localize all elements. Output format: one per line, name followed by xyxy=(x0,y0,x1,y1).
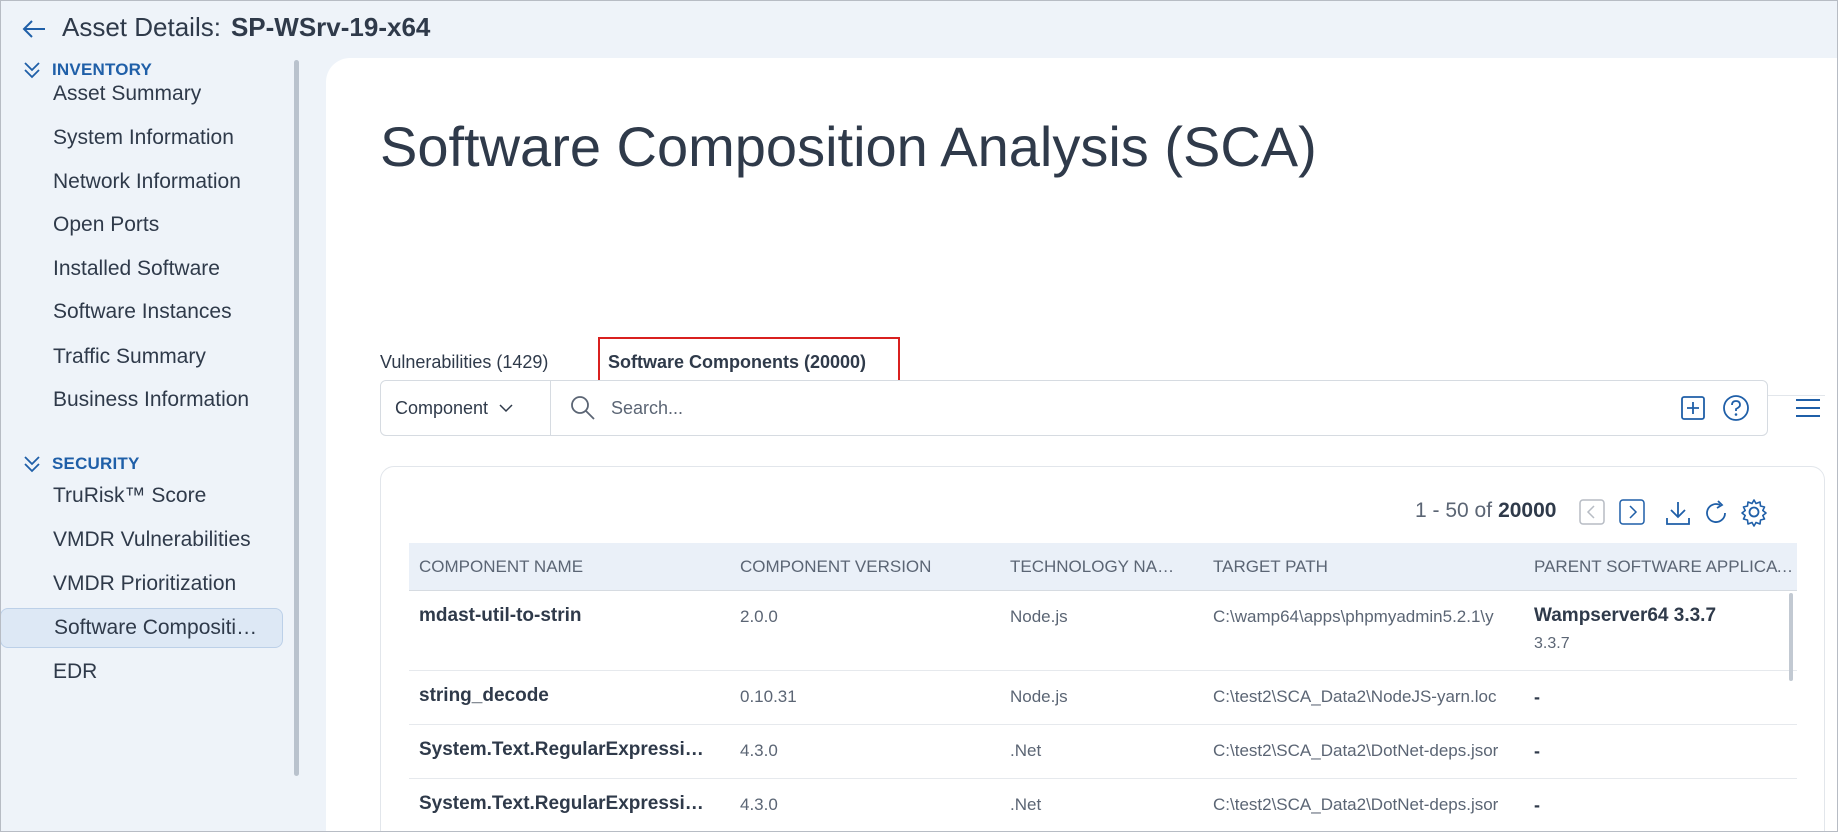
component-name: mdast-util-to-strin xyxy=(419,605,582,626)
search-field-value: Component xyxy=(395,397,489,418)
technology-name: Node.js xyxy=(1010,607,1068,626)
table-row[interactable]: System.Text.RegularExpressi… 4.3.0 .Net … xyxy=(409,725,1797,779)
sidebar-item-label: Software Compositi… xyxy=(54,616,258,639)
back-arrow-icon[interactable] xyxy=(20,14,48,44)
parent-software: - xyxy=(1534,741,1540,761)
hamburger-menu-icon[interactable] xyxy=(1794,395,1822,421)
component-version: 4.3.0 xyxy=(740,741,778,760)
sidebar-item-open-ports[interactable]: Open Ports xyxy=(0,205,283,245)
target-path: C:\test2\SCA_Data2\NodeJS-yarn.loc xyxy=(1213,687,1497,706)
target-path: C:\wamp64\apps\phpmyadmin5.2.1\y xyxy=(1213,607,1494,626)
table-scrollbar[interactable] xyxy=(1789,593,1793,681)
component-name: string_decode xyxy=(419,685,549,706)
pagination-text: 1 - 50 of 20000 xyxy=(1415,499,1556,523)
chevron-down-icon xyxy=(499,404,513,413)
sidebar-item-business-information[interactable]: Business Information xyxy=(0,380,283,420)
table-row[interactable]: mdast-util-to-strin 2.0.0 Node.js C:\wam… xyxy=(409,591,1797,671)
sidebar-item-label: VMDR Vulnerabilities xyxy=(53,528,251,551)
sidebar-item-label: System Information xyxy=(53,126,234,149)
sidebar-item-asset-summary[interactable]: Asset Summary xyxy=(0,74,283,114)
sidebar-item-label: Network Information xyxy=(53,170,241,193)
technology-name: .Net xyxy=(1010,795,1042,814)
column-header-target-path[interactable]: TARGET PATH xyxy=(1213,557,1506,577)
sidebar-item-label: Asset Summary xyxy=(53,82,202,105)
download-icon[interactable] xyxy=(1663,498,1693,528)
parent-software: Wampserver64 3.3.7 xyxy=(1534,605,1717,626)
sidebar-item-label: VMDR Prioritization xyxy=(53,572,237,595)
target-path: C:\test2\SCA_Data2\DotNet-deps.jsor xyxy=(1213,795,1499,814)
gear-icon[interactable] xyxy=(1739,497,1769,527)
section-title: SECURITY xyxy=(52,454,140,473)
sidebar-item-network-information[interactable]: Network Information xyxy=(0,162,283,202)
column-header-technology-name[interactable]: TECHNOLOGY NAME xyxy=(1010,557,1180,577)
tab-bar: Vulnerabilities (1429) Software Componen… xyxy=(380,276,1825,403)
sidebar-item-label: EDR xyxy=(53,660,98,683)
next-page-icon[interactable] xyxy=(1619,499,1645,525)
component-name: System.Text.RegularExpressi… xyxy=(419,739,704,760)
prev-page-icon[interactable] xyxy=(1579,499,1605,525)
asset-title: Asset Details: SP-WSrv-19-x64 xyxy=(62,12,430,43)
main-panel: Software Composition Analysis (SCA) Vuln… xyxy=(326,58,1838,832)
table-row[interactable]: string_decode 0.10.31 Node.js C:\test2\S… xyxy=(409,671,1797,725)
search-bar: Component xyxy=(380,380,1768,436)
sidebar-item-label: Open Ports xyxy=(53,213,160,236)
parent-software: - xyxy=(1534,687,1540,707)
column-header-component-version[interactable]: COMPONENT VERSION xyxy=(740,557,970,577)
component-version: 2.0.0 xyxy=(740,607,778,626)
pagination: 1 - 50 of 20000 xyxy=(379,481,1824,527)
sidebar-item-software-composition[interactable]: Software Compositi… xyxy=(0,608,283,648)
sidebar-item-label: Software Instances xyxy=(53,300,232,323)
sidebar: INVENTORY Asset Summary System Informati… xyxy=(0,58,300,832)
table-row[interactable]: System.Text.RegularExpressi… 4.3.0 .Net … xyxy=(409,779,1797,832)
pagination-range: 1 - 50 of xyxy=(1415,499,1493,522)
component-version: 4.3.0 xyxy=(740,795,778,814)
sidebar-item-traffic-summary[interactable]: Traffic Summary xyxy=(0,337,283,377)
sidebar-item-edr[interactable]: EDR xyxy=(0,652,283,692)
column-header-parent-software[interactable]: PARENT SOFTWARE APPLICATI… xyxy=(1534,557,1797,577)
sidebar-item-vmdr-prioritization[interactable]: VMDR Prioritization xyxy=(0,564,283,604)
table-header: COMPONENT NAME COMPONENT VERSION TECHNOL… xyxy=(409,543,1797,591)
sidebar-item-label: Installed Software xyxy=(53,257,220,280)
search-field-dropdown[interactable]: Component xyxy=(381,381,551,435)
search-icon xyxy=(571,396,595,420)
technology-name: Node.js xyxy=(1010,687,1068,706)
add-query-icon[interactable] xyxy=(1679,394,1707,422)
parent-software-version: 3.3.7 xyxy=(1534,635,1570,652)
sidebar-item-trurisk-score[interactable]: TruRisk™ Score xyxy=(0,476,283,516)
sidebar-item-label: Traffic Summary xyxy=(53,345,206,368)
sidebar-item-label: TruRisk™ Score xyxy=(53,484,207,507)
help-icon[interactable] xyxy=(1721,393,1751,423)
sidebar-scrollbar[interactable] xyxy=(294,60,299,776)
pagination-total: 20000 xyxy=(1498,499,1557,522)
section-header-security[interactable]: SECURITY xyxy=(22,454,140,474)
component-name: System.Text.RegularExpressi… xyxy=(419,793,704,814)
sidebar-item-vmdr-vulnerabilities[interactable]: VMDR Vulnerabilities xyxy=(0,520,283,560)
parent-software: - xyxy=(1534,795,1540,815)
component-version: 0.10.31 xyxy=(740,687,797,706)
double-chevron-down-icon xyxy=(24,456,40,473)
components-table-card: 1 - 50 of 20000 COMPONENT NAME COMPONENT… xyxy=(380,466,1825,832)
column-header-component-name[interactable]: COMPONENT NAME xyxy=(419,557,719,577)
top-header: Asset Details: SP-WSrv-19-x64 xyxy=(0,0,1838,58)
sidebar-item-label: Business Information xyxy=(53,388,250,411)
target-path: C:\test2\SCA_Data2\DotNet-deps.jsor xyxy=(1213,741,1499,760)
sidebar-item-system-information[interactable]: System Information xyxy=(0,118,283,158)
search-input[interactable] xyxy=(611,389,1611,427)
tab-vulnerabilities[interactable]: Vulnerabilities (1429) xyxy=(380,352,548,373)
asset-name: SP-WSrv-19-x64 xyxy=(230,12,431,42)
asset-title-label: Asset Details: xyxy=(62,12,221,42)
refresh-icon[interactable] xyxy=(1701,498,1731,528)
page-title: Software Composition Analysis (SCA) xyxy=(380,115,1317,178)
technology-name: .Net xyxy=(1010,741,1042,760)
sidebar-item-software-instances[interactable]: Software Instances xyxy=(0,292,283,332)
sidebar-item-installed-software[interactable]: Installed Software xyxy=(0,249,283,289)
